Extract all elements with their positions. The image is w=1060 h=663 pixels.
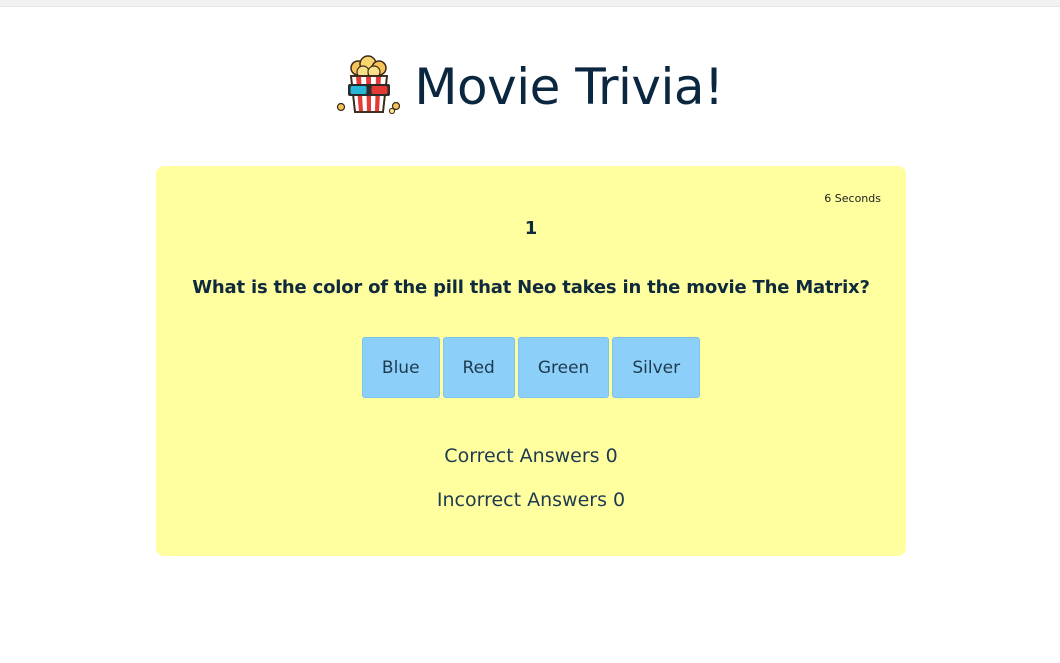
page-title: Movie Trivia! <box>414 58 724 116</box>
answer-button-red[interactable]: Red <box>442 337 515 398</box>
answer-button-blue[interactable]: Blue <box>361 337 440 398</box>
popcorn-3d-glasses-icon <box>337 55 401 115</box>
browser-top-rule <box>0 0 1060 7</box>
question-text: What is the color of the pill that Neo t… <box>192 277 870 298</box>
quiz-card: 6 Seconds 1 What is the color of the pil… <box>156 166 906 556</box>
incorrect-answers-count: Incorrect Answers 0 <box>436 489 626 511</box>
countdown-timer: 6 Seconds <box>824 192 881 205</box>
answer-button-silver[interactable]: Silver <box>612 337 701 398</box>
question-number: 1 <box>524 218 538 239</box>
answer-options: Blue Red Green Silver <box>156 337 906 398</box>
correct-answers-count: Correct Answers 0 <box>444 445 618 467</box>
page-header: Movie Trivia! <box>0 42 1060 132</box>
answer-button-green[interactable]: Green <box>517 337 610 398</box>
